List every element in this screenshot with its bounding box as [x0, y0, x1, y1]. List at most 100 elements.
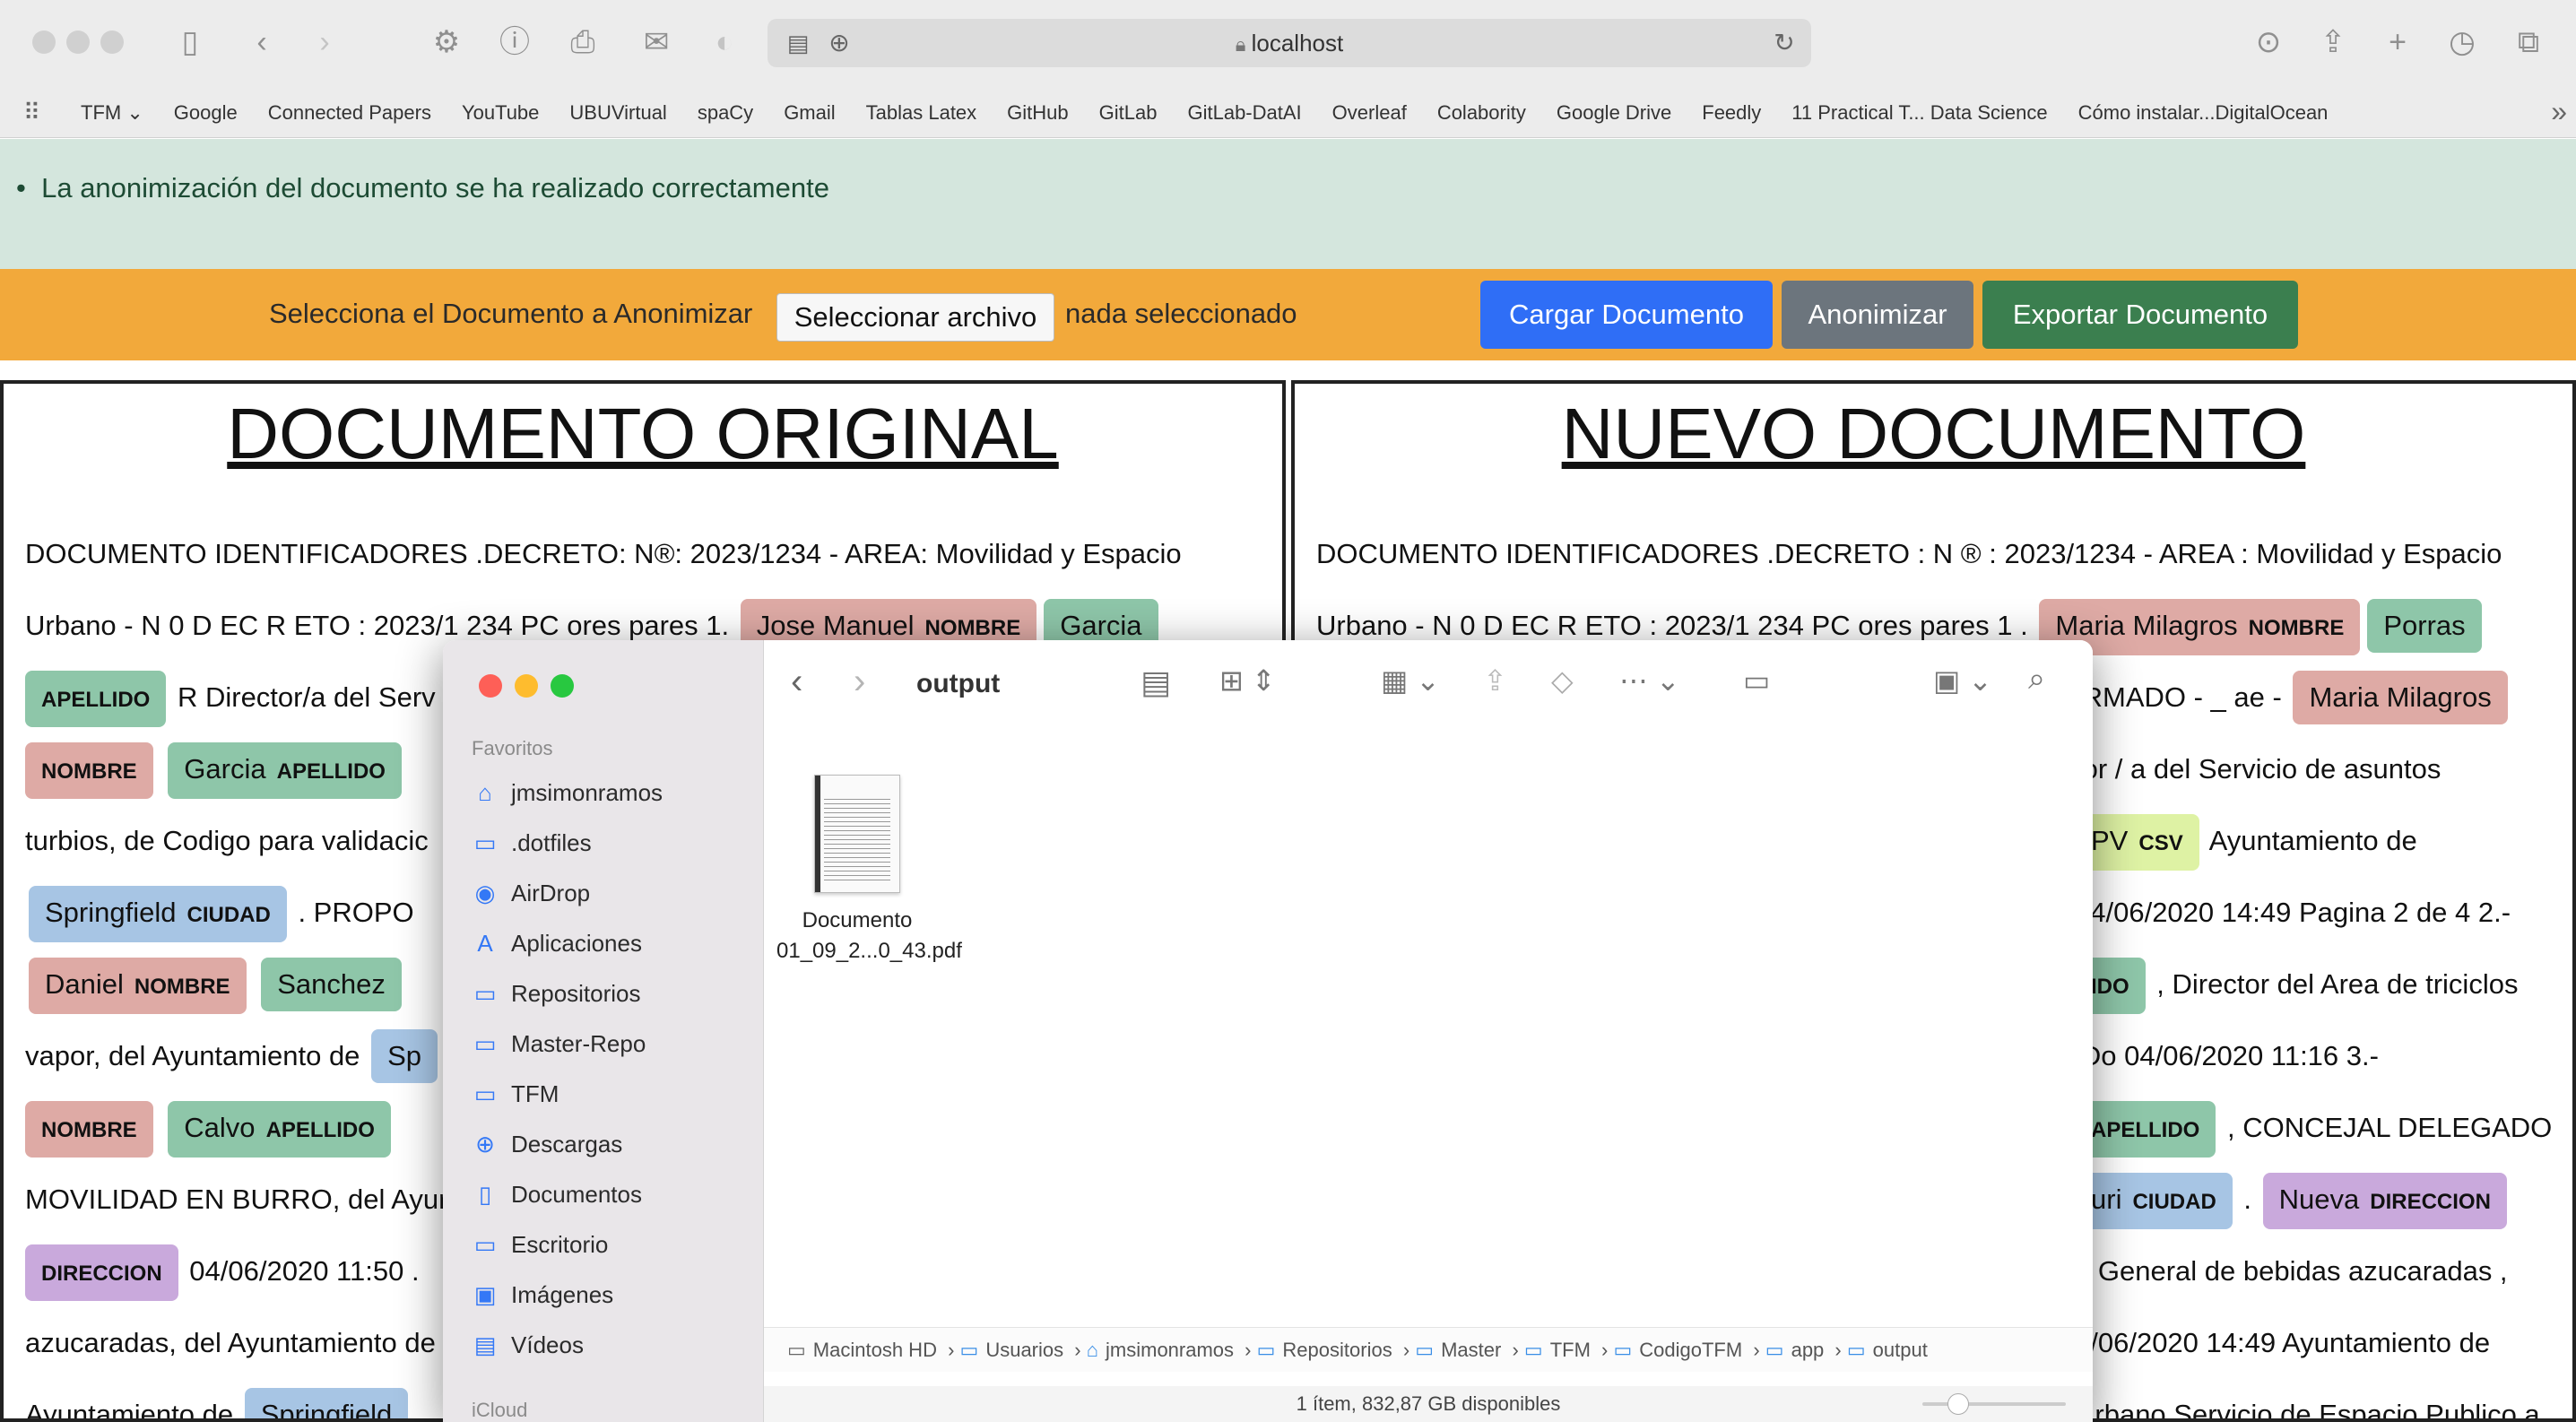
bookmark-colabority[interactable]: Colabority: [1437, 101, 1526, 125]
sidebar-item-dotfiles[interactable]: ▭ .dotfiles: [470, 821, 592, 864]
entity-text: Jose Manuel: [756, 610, 915, 641]
entity-apellido: Porras: [2367, 599, 2482, 653]
path-separator: ›: [1834, 1339, 1842, 1361]
more-bookmarks-icon[interactable]: »: [2551, 95, 2567, 128]
bookmark-spacy[interactable]: spaCy: [698, 101, 753, 125]
bookmark-youtube[interactable]: YouTube: [462, 101, 539, 125]
new-tab-icon[interactable]: +: [2378, 24, 2417, 60]
finder-zoom-button[interactable]: [551, 674, 574, 698]
bookmark-github[interactable]: GitHub: [1007, 101, 1068, 125]
sidebar-item-label: Escritorio: [511, 1231, 609, 1258]
finder-forward-icon[interactable]: ›: [854, 662, 865, 702]
entity-ciudad: uri CIUDAD: [2075, 1173, 2233, 1229]
finder-close-button[interactable]: [479, 674, 502, 698]
path-item[interactable]: ▭ app: [1765, 1339, 1825, 1361]
bookmark-ubuvirtual[interactable]: UBUVirtual: [569, 101, 666, 125]
tab-overview-icon[interactable]: ⧉: [2509, 24, 2548, 60]
sidebar-item-repositorios[interactable]: ▭ Repositorios: [470, 972, 641, 1015]
action-menu-icon[interactable]: ▣ ⌄: [1933, 663, 1992, 698]
choose-file-button[interactable]: Seleccionar archivo: [776, 293, 1054, 342]
bookmark-tfm[interactable]: TFM ⌄: [81, 101, 143, 125]
sidebar-item-videos[interactable]: ▤ Vídeos: [470, 1323, 584, 1366]
pdf-file-item[interactable]: Documento 01_09_2...0_43.pdf: [776, 775, 962, 967]
path-item[interactable]: ▭ Repositorios: [1257, 1339, 1392, 1361]
minimize-window-button[interactable]: [66, 30, 90, 54]
folder-icon: ▭: [1846, 1339, 1866, 1361]
bookmark-gitlab-datai[interactable]: GitLab-DatAI: [1187, 101, 1301, 125]
entity-apellido: Calvo APELLIDO: [168, 1101, 391, 1158]
finder-minimize-button[interactable]: [515, 674, 538, 698]
sidebar-item-descargas[interactable]: ⊕ Descargas: [470, 1123, 622, 1166]
downloads-icon[interactable]: ⊙: [2249, 24, 2288, 60]
folder-icon: ▭: [1765, 1339, 1784, 1361]
path-item[interactable]: ▭ Master: [1415, 1339, 1501, 1361]
group-icon[interactable]: ▦ ⌄: [1381, 663, 1440, 698]
path-item[interactable]: ▭ Macintosh HD: [787, 1339, 937, 1361]
apps-grid-icon[interactable]: ⠿: [23, 99, 40, 126]
bookmark-connected-papers[interactable]: Connected Papers: [268, 101, 431, 125]
grid-view-icon[interactable]: ⊞ ⇕: [1219, 663, 1276, 698]
path-item[interactable]: ▭ CodigoTFM: [1613, 1339, 1742, 1361]
bookmark-practical-data-science[interactable]: 11 Practical T... Data Science: [1791, 101, 2047, 125]
sidebar-item-label: .dotfiles: [511, 829, 592, 856]
anonymize-button[interactable]: Anonimizar: [1782, 281, 1973, 349]
print-icon[interactable]: ⎙: [563, 24, 603, 60]
back-icon[interactable]: ‹: [242, 24, 282, 60]
bookmark-feedly[interactable]: Feedly: [1702, 101, 1761, 125]
history-icon[interactable]: ◷: [2442, 24, 2482, 60]
sidebar-item-escritorio[interactable]: ▭ Escritorio: [470, 1223, 609, 1266]
bookmarks-bar: ⠿ TFM ⌄ Google Connected Papers YouTube …: [0, 88, 2576, 138]
reload-icon[interactable]: ↻: [1766, 25, 1802, 61]
original-line-2-text: Urbano - N 0 D EC R ETO : 2023/1 234 PC …: [25, 610, 730, 641]
close-window-button[interactable]: [32, 30, 56, 54]
share-icon[interactable]: ⇪: [2313, 24, 2353, 60]
pdf-text-lines: [824, 795, 890, 883]
load-document-button[interactable]: Cargar Documento: [1480, 281, 1773, 349]
bookmark-google[interactable]: Google: [174, 101, 238, 125]
search-icon[interactable]: ⌕: [2028, 662, 2045, 697]
path-item[interactable]: ⌂ jmsimonramos: [1087, 1339, 1234, 1361]
icon-size-slider[interactable]: [1922, 1393, 2066, 1415]
finder-back-icon[interactable]: ‹: [791, 662, 802, 702]
mail-icon[interactable]: ✉: [637, 24, 676, 60]
path-bar: ▭ Macintosh HD › ▭ Usuarios › ⌂ jmsimonramo…: [764, 1327, 2093, 1372]
bookmark-overleaf[interactable]: Overleaf: [1332, 101, 1407, 125]
address-bar[interactable]: ▤ ⊕ 🔒︎ localhost ↻: [768, 19, 1811, 67]
more-actions-icon[interactable]: ⋯ ⌄: [1619, 663, 1680, 698]
gear-icon[interactable]: ⚙: [427, 24, 466, 60]
path-label: app: [1791, 1339, 1825, 1361]
sidebar-item-documentos[interactable]: ▯ Documentos: [470, 1173, 642, 1216]
sidebar-item-airdrop[interactable]: ◉ AirDrop: [470, 871, 590, 915]
slider-thumb[interactable]: [1947, 1393, 1969, 1415]
sidebar-toggle-icon[interactable]: ▯: [170, 24, 210, 60]
bookmark-gitlab[interactable]: GitLab: [1099, 101, 1158, 125]
bookmark-digitalocean[interactable]: Cómo instalar...DigitalOcean: [2078, 101, 2329, 125]
sidebar-item-tfm[interactable]: ▭ TFM: [470, 1072, 559, 1115]
bookmark-gmail[interactable]: Gmail: [784, 101, 835, 125]
bookmark-google-drive[interactable]: Google Drive: [1557, 101, 1671, 125]
zoom-window-button[interactable]: [100, 30, 124, 54]
bookmark-tablas-latex[interactable]: Tablas Latex: [866, 101, 977, 125]
sidebar-item-imagenes[interactable]: ▣ Imágenes: [470, 1273, 613, 1316]
original-line-3-text: R Director/a del Serv: [177, 681, 436, 713]
path-item[interactable]: ▭ TFM: [1524, 1339, 1591, 1361]
path-item[interactable]: ▭ Usuarios: [960, 1339, 1064, 1361]
export-document-button[interactable]: Exportar Documento: [1982, 281, 2298, 349]
pdf-thumbnail: [814, 775, 900, 893]
sidebar-item-aplicaciones[interactable]: A Aplicaciones: [470, 922, 642, 965]
share-icon[interactable]: ⇪: [1483, 663, 1507, 698]
document-view-icon[interactable]: ▤: [1141, 663, 1171, 701]
tag-icon[interactable]: ◇: [1551, 663, 1574, 698]
forward-icon[interactable]: ›: [305, 24, 344, 60]
path-item[interactable]: ▭ output: [1847, 1339, 1928, 1361]
shield-icon[interactable]: ◐: [705, 24, 744, 60]
entity-text: Maria Milagros: [2055, 610, 2238, 641]
preview-icon[interactable]: ▭: [1743, 663, 1770, 698]
sidebar-item-jmsimonramos[interactable]: ⌂ jmsimonramos: [470, 771, 663, 814]
alert-text: La anonimización del documento se ha rea…: [41, 172, 829, 204]
entity-text: Daniel: [45, 968, 124, 1000]
entity-apellido-label: APELLIDO: [2075, 1101, 2216, 1158]
sidebar-item-master-repo[interactable]: ▭ Master-Repo: [470, 1022, 646, 1065]
entity-apellido-label: APELLIDO: [25, 671, 167, 727]
info-icon[interactable]: ⓘ: [495, 24, 534, 60]
